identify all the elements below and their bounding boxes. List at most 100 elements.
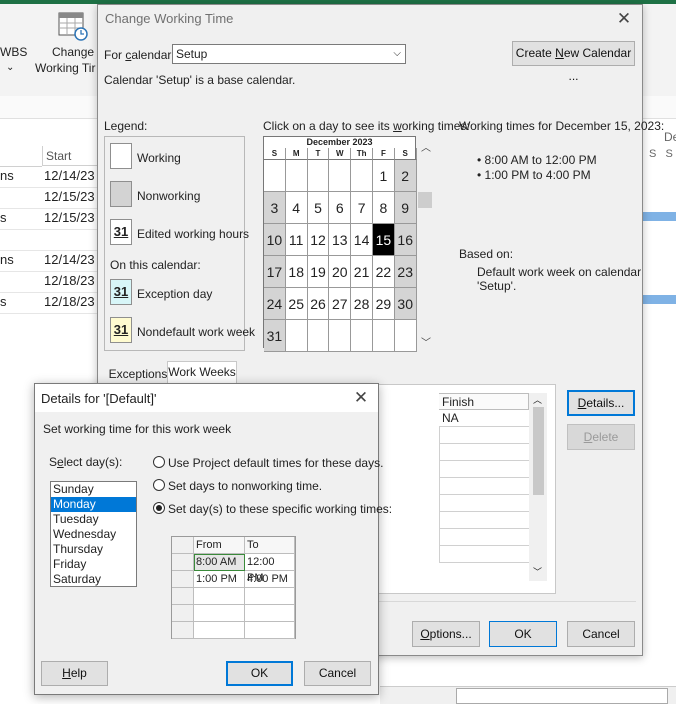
create-new-calendar-button[interactable]: Create New Calendar ... xyxy=(512,41,635,83)
to-cell[interactable] xyxy=(245,588,295,605)
to-cell[interactable] xyxy=(245,622,295,639)
radio-nonworking[interactable] xyxy=(153,479,165,491)
calendar-day[interactable]: 4 xyxy=(285,192,308,224)
calendar-day[interactable]: 7 xyxy=(351,192,373,224)
list-item[interactable]: Monday xyxy=(51,497,136,512)
calendar-day[interactable]: 25 xyxy=(285,288,308,320)
change-working-time-label-2[interactable]: Working Tir xyxy=(35,61,95,75)
table-row[interactable] xyxy=(439,495,529,512)
calendar-select[interactable]: Setup ⌵ xyxy=(172,44,406,64)
table-row[interactable] xyxy=(439,529,529,546)
radio-project-default[interactable] xyxy=(153,456,165,468)
calendar-day[interactable]: 15 xyxy=(373,224,395,256)
radio-specific-times-label[interactable]: Set day(s) to these specific working tim… xyxy=(168,502,392,516)
list-item[interactable]: Tuesday xyxy=(51,512,136,527)
calendar-day[interactable]: 22 xyxy=(373,256,395,288)
from-cell[interactable]: 8:00 AM xyxy=(194,554,245,571)
calendar-day[interactable]: 27 xyxy=(329,288,352,320)
list-item[interactable]: Wednesday xyxy=(51,527,136,542)
table-row[interactable]: s 12/15/23 xyxy=(0,208,110,230)
gantt-bar[interactable] xyxy=(640,212,676,221)
details-button[interactable]: Details... xyxy=(567,390,635,416)
calendar-day[interactable]: 24 xyxy=(264,288,286,320)
chevron-up-icon[interactable]: ︿ xyxy=(533,393,542,406)
calendar-day[interactable]: 6 xyxy=(329,192,352,224)
calendar-day[interactable]: 21 xyxy=(351,256,373,288)
calendar-day[interactable]: 2 xyxy=(394,160,417,192)
chevron-down-icon[interactable]: ⌄ xyxy=(6,62,14,73)
calendar-day[interactable]: 3 xyxy=(264,192,286,224)
to-cell[interactable]: 4:00 PM xyxy=(245,571,295,588)
finish-cell[interactable]: NA xyxy=(439,410,529,427)
calendar-day[interactable]: 28 xyxy=(351,288,373,320)
finish-column-header[interactable]: Finish xyxy=(439,393,529,410)
table-row[interactable]: s 12/18/23 xyxy=(0,292,110,314)
chevron-up-icon[interactable]: ︿ xyxy=(421,139,431,154)
calendar-day[interactable]: 11 xyxy=(285,224,308,256)
calendar-day[interactable]: 9 xyxy=(394,192,417,224)
calendar-day[interactable]: 26 xyxy=(307,288,330,320)
list-item[interactable]: Friday xyxy=(51,557,136,572)
calendar-day[interactable]: 12 xyxy=(307,224,330,256)
table-scroll-thumb[interactable] xyxy=(533,407,544,495)
horizontal-scrollbar[interactable] xyxy=(380,686,676,704)
from-cell[interactable]: 1:00 PM xyxy=(194,571,245,588)
calendar-day[interactable]: 10 xyxy=(264,224,286,256)
table-row[interactable] xyxy=(439,546,529,563)
table-row[interactable] xyxy=(439,478,529,495)
days-listbox[interactable]: Sunday Monday Tuesday Wednesday Thursday Frid… xyxy=(50,481,137,587)
radio-specific-times[interactable] xyxy=(153,502,165,514)
table-row[interactable] xyxy=(439,427,529,444)
table-scrollbar[interactable]: ︿ ﹀ xyxy=(529,393,547,581)
calendar-day[interactable]: 1 xyxy=(373,160,395,192)
radio-project-default-label[interactable]: Use Project default times for these days… xyxy=(168,456,383,470)
chevron-down-icon[interactable]: ﹀ xyxy=(533,565,542,578)
table-row[interactable]: ns 12/14/23 xyxy=(0,250,110,272)
list-item[interactable]: Sunday xyxy=(51,482,136,497)
table-row[interactable]: 12/18/23 xyxy=(0,271,110,293)
calendar-day[interactable]: 19 xyxy=(307,256,330,288)
help-button[interactable]: Help xyxy=(41,661,108,686)
cancel-button[interactable]: Cancel xyxy=(567,621,635,647)
calendar-day[interactable]: 16 xyxy=(394,224,417,256)
table-row[interactable]: 12/15/23 xyxy=(0,187,110,209)
calendar-scroll-thumb[interactable] xyxy=(418,192,432,208)
gantt-bar[interactable] xyxy=(640,295,676,304)
list-item[interactable]: Saturday xyxy=(51,572,136,587)
tab-work-weeks[interactable]: Work Weeks xyxy=(167,361,237,385)
calendar-day[interactable]: 30 xyxy=(394,288,417,320)
table-row[interactable]: ns 12/14/23 xyxy=(0,166,110,188)
from-cell[interactable] xyxy=(194,605,245,622)
delete-button[interactable]: Delete xyxy=(567,424,635,450)
ok-button[interactable]: OK xyxy=(489,621,557,647)
working-times-table[interactable]: From To 8:00 AM 12:00 PM 1:00 PM 4:00 PM xyxy=(171,536,296,639)
to-cell[interactable] xyxy=(245,605,295,622)
radio-nonworking-label[interactable]: Set days to nonworking time. xyxy=(168,479,322,493)
to-cell[interactable]: 12:00 PM xyxy=(245,554,295,584)
table-row[interactable] xyxy=(439,461,529,478)
calendar-day[interactable]: 23 xyxy=(394,256,417,288)
list-item[interactable]: Thursday xyxy=(51,542,136,557)
scrollbar-thumb[interactable] xyxy=(456,688,668,704)
change-working-time-label[interactable]: Change xyxy=(52,45,94,59)
calendar-day[interactable]: 5 xyxy=(307,192,330,224)
month-calendar[interactable]: December 2023 S M T W Th F S 1 2 3 4 5 6 7 8 9 10 11 12 13 1… xyxy=(263,136,417,352)
close-icon[interactable]: ✕ xyxy=(347,386,375,410)
calendar-day[interactable]: 13 xyxy=(329,224,352,256)
table-row[interactable] xyxy=(0,229,110,251)
calendar-day[interactable]: 31 xyxy=(264,320,286,352)
tab-exceptions[interactable]: Exceptions xyxy=(107,365,169,384)
calendar-day[interactable]: 29 xyxy=(373,288,395,320)
calendar-day[interactable]: 14 xyxy=(351,224,373,256)
calendar-day[interactable]: 20 xyxy=(329,256,352,288)
calendar-day[interactable]: 8 xyxy=(373,192,395,224)
from-cell[interactable] xyxy=(194,588,245,605)
table-row[interactable] xyxy=(439,512,529,529)
chevron-down-icon[interactable]: ﹀ xyxy=(421,334,431,349)
options-button[interactable]: Options... xyxy=(412,621,480,647)
close-icon[interactable]: ✕ xyxy=(610,7,638,31)
details-ok-button[interactable]: OK xyxy=(226,661,293,686)
name-column-header[interactable] xyxy=(0,146,42,167)
calendar-day[interactable]: 18 xyxy=(285,256,308,288)
from-cell[interactable] xyxy=(194,622,245,639)
